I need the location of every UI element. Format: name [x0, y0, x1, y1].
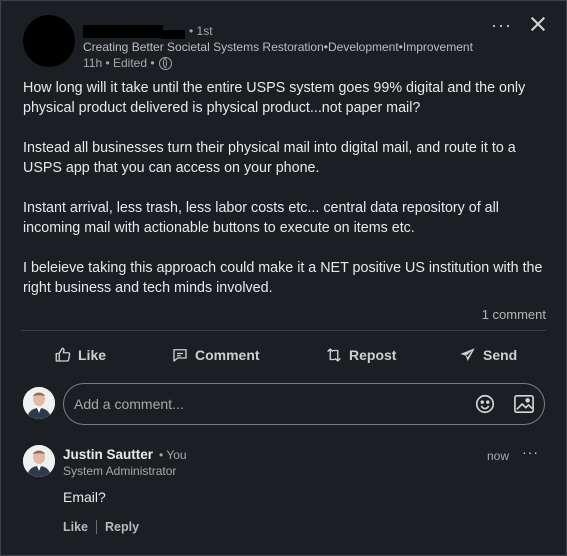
post-actions: Like Comment Repost Send [1, 339, 566, 371]
commenter-name[interactable]: Justin Sautter [63, 447, 153, 462]
my-avatar[interactable] [23, 387, 55, 419]
like-button[interactable]: Like [54, 339, 106, 371]
post-paragraph: Instead all businesses turn their physic… [23, 140, 516, 176]
post-meta: 11h • Edited • [83, 56, 172, 70]
author-headline: Creating Better Societal Systems Restora… [83, 40, 473, 54]
redacted-author-name [83, 24, 163, 38]
post-modal: • 1st Creating Better Societal Systems R… [0, 0, 567, 556]
repost-label: Repost [349, 347, 397, 363]
divider [21, 330, 546, 331]
comment-input[interactable]: Add a comment... [63, 383, 545, 425]
post-body: How long will it take until the entire U… [23, 78, 551, 318]
commenter-you-badge: • You [159, 448, 187, 462]
comment-reply-button[interactable]: Reply [105, 520, 139, 534]
comment-button[interactable]: Comment [171, 339, 260, 371]
author-avatar[interactable] [23, 15, 75, 67]
comment-input-placeholder: Add a comment... [74, 396, 184, 412]
author-row: • 1st [83, 23, 213, 39]
repost-icon [327, 348, 341, 362]
image-icon[interactable] [513, 394, 535, 414]
post-paragraph: How long will it take until the entire U… [23, 80, 526, 116]
comment-icon [173, 349, 187, 362]
redacted-author-name-tail [161, 29, 185, 39]
comment-text: Email? [63, 489, 106, 505]
commenter-avatar[interactable] [23, 445, 55, 477]
divider [96, 520, 98, 534]
commenter-title: System Administrator [63, 464, 177, 478]
comment-more-button[interactable]: ··· [522, 444, 539, 460]
post-paragraph: I beleieve taking this approach could ma… [23, 260, 543, 296]
post-time: 11h • Edited • [83, 56, 155, 70]
repost-button[interactable]: Repost [325, 339, 396, 371]
comment-actions: Like Reply [63, 520, 139, 534]
person-avatar-icon [23, 445, 55, 477]
emoji-icon[interactable] [474, 393, 496, 415]
send-button[interactable]: Send [459, 339, 517, 371]
send-icon [460, 348, 475, 361]
post-paragraph: Instant arrival, less trash, less labor … [23, 200, 499, 236]
close-icon[interactable] [527, 13, 549, 35]
more-options-button[interactable]: ··· [491, 15, 512, 36]
globe-icon [158, 56, 172, 70]
thumbs-up-icon [55, 347, 71, 362]
comment-count-link[interactable]: 1 comment [482, 307, 546, 322]
send-label: Send [483, 347, 518, 363]
like-label: Like [78, 347, 107, 363]
comment-label: Comment [195, 347, 260, 363]
comment-time: now [487, 449, 510, 463]
person-avatar-icon [23, 387, 55, 419]
comment-like-button[interactable]: Like [63, 520, 88, 534]
connection-degree: • 1st [189, 24, 213, 38]
